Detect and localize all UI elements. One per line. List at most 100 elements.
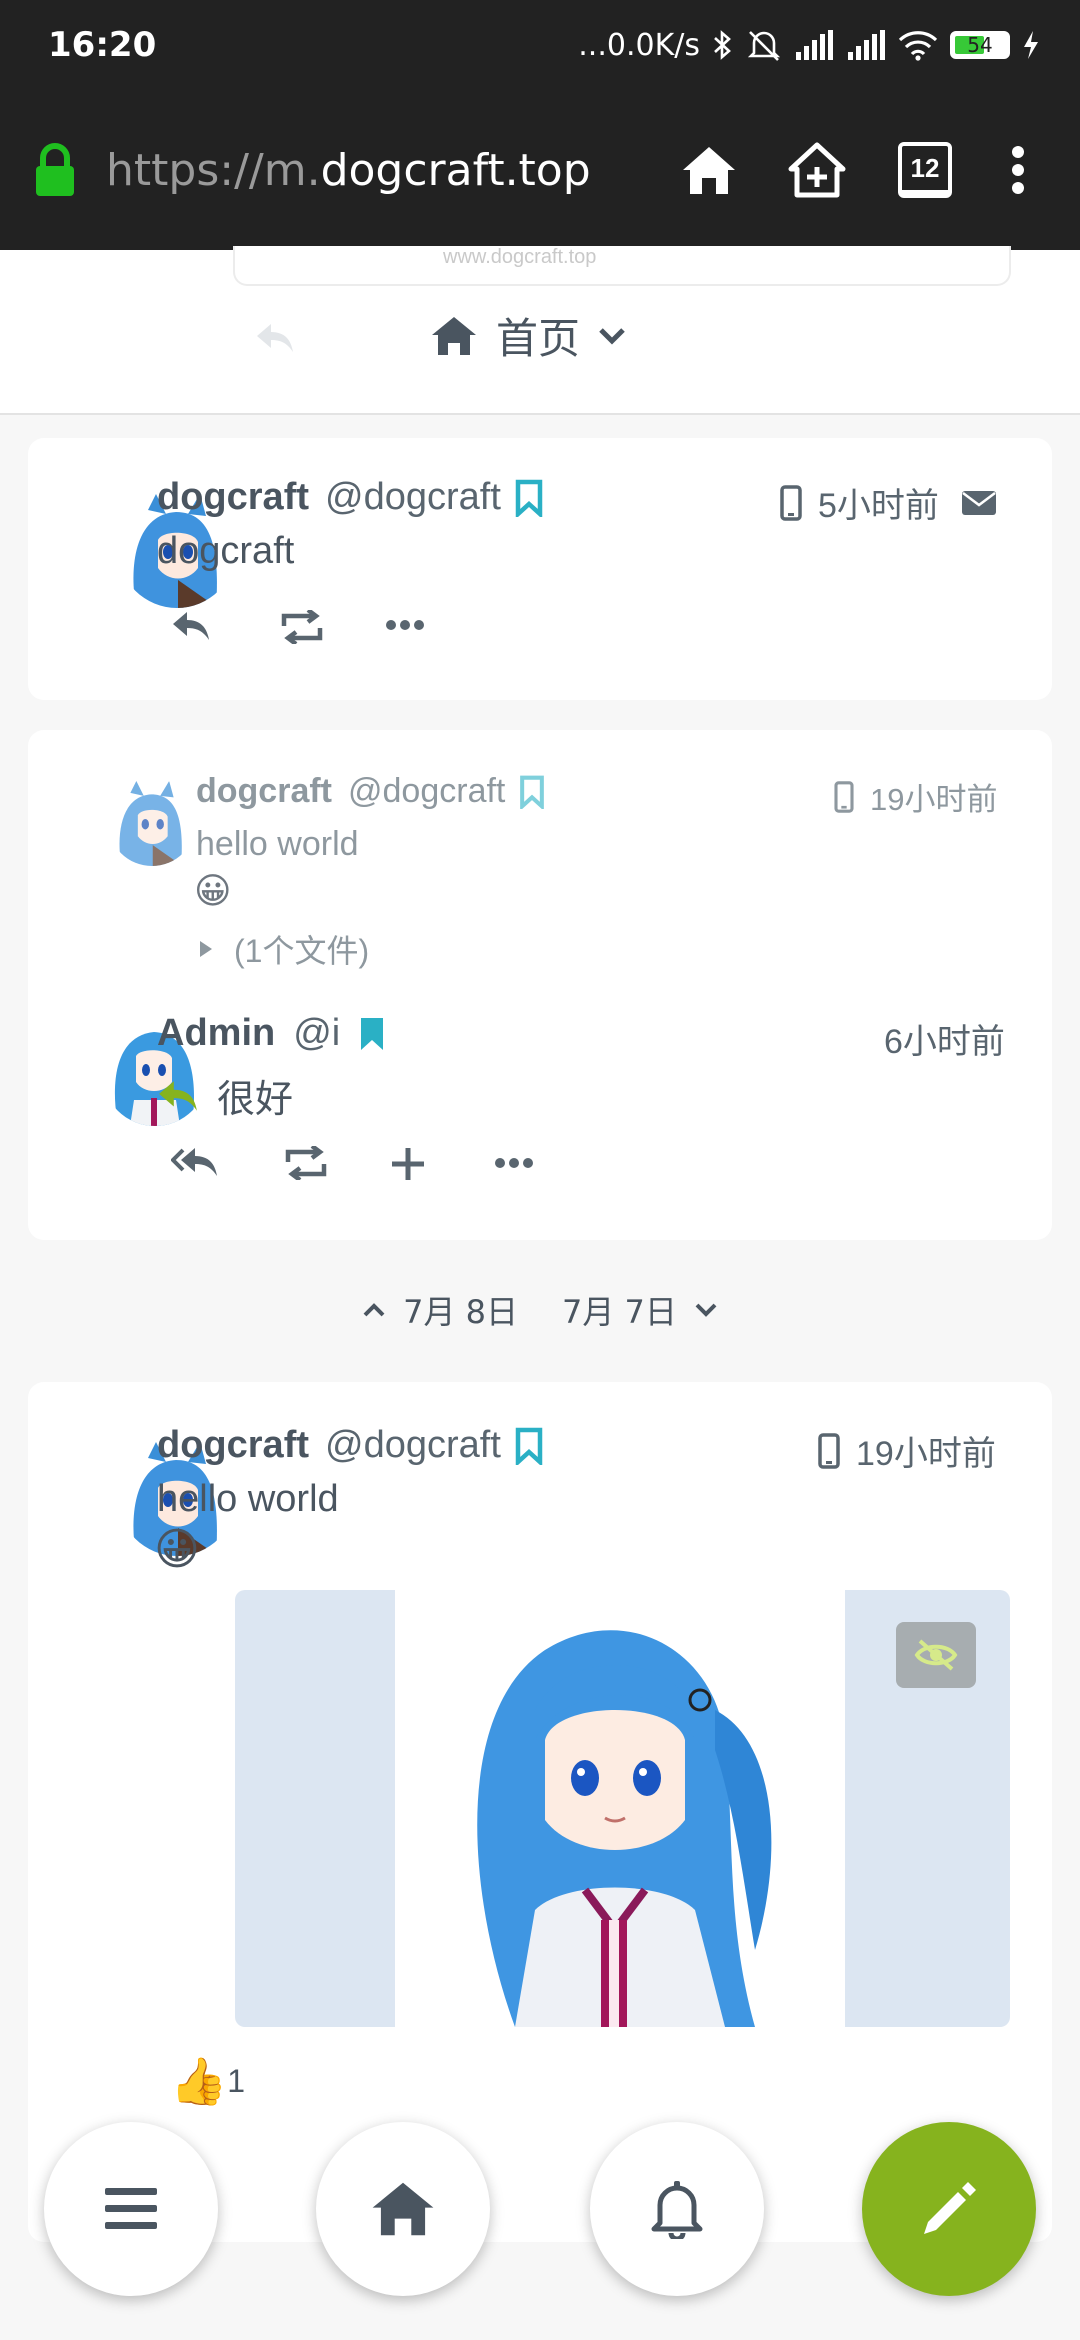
mobile-icon bbox=[834, 780, 854, 813]
author-handle[interactable]: @i bbox=[293, 1012, 340, 1055]
mute-bell-icon bbox=[747, 31, 781, 61]
bookmark-filled-icon[interactable] bbox=[358, 1015, 386, 1053]
author-name[interactable]: Admin bbox=[157, 1012, 275, 1055]
thumbs-up-emoji: 👍 bbox=[170, 2055, 228, 2107]
mobile-icon bbox=[818, 1432, 840, 1469]
status-icons: ...0.0K/s 54 bbox=[578, 28, 1040, 63]
date-navigation: 7月 8日 7月 7日 bbox=[0, 1280, 1080, 1340]
post-time[interactable]: 5小时前 bbox=[818, 478, 939, 527]
bell-icon bbox=[651, 2181, 703, 2239]
plus-icon[interactable] bbox=[390, 1146, 426, 1182]
tab-count: 12 bbox=[898, 142, 952, 198]
previous-post-stub: www.dogcraft.top bbox=[233, 246, 1011, 286]
charging-icon bbox=[1024, 31, 1038, 59]
envelope-icon[interactable] bbox=[961, 489, 997, 517]
author-name[interactable]: dogcraft bbox=[157, 1424, 309, 1467]
post-image[interactable] bbox=[235, 1590, 1010, 2027]
reply-body: 很好 bbox=[157, 1068, 293, 1123]
url-field[interactable]: https://m.dogcraft.top bbox=[106, 145, 646, 196]
date-prev-label: 7月 8日 bbox=[403, 1293, 518, 1331]
home-icon bbox=[432, 316, 476, 355]
tabs-button[interactable]: 12 bbox=[880, 125, 970, 215]
caret-right-icon bbox=[200, 941, 212, 957]
author-name[interactable]: dogcraft bbox=[157, 476, 309, 519]
date-prev-button[interactable]: 7月 8日 bbox=[363, 1287, 518, 1333]
battery-indicator: 54 bbox=[950, 31, 1010, 59]
bookmark-outline-icon[interactable] bbox=[519, 775, 545, 809]
browser-toolbar: https://m.dogcraft.top 12 bbox=[0, 90, 1080, 250]
url-scheme: https://m. bbox=[106, 144, 321, 196]
post-header: dogcraft @dogcraft bbox=[157, 1424, 543, 1467]
chevron-down-icon bbox=[599, 327, 625, 345]
post-text: dogcraft bbox=[157, 530, 295, 572]
avatar-image bbox=[108, 778, 196, 866]
chevron-down-icon bbox=[695, 1303, 717, 1317]
hamburger-icon bbox=[105, 2188, 157, 2229]
attachment-count: (1个文件) bbox=[234, 933, 370, 969]
reply-all-icon[interactable] bbox=[171, 1146, 219, 1180]
timeline-header: www.dogcraft.top 首页 bbox=[0, 246, 1080, 415]
page-title-button[interactable]: 首页 bbox=[430, 305, 626, 366]
notifications-fab[interactable] bbox=[590, 2122, 764, 2296]
post-text: 很好 bbox=[217, 1079, 294, 1121]
repeat-icon[interactable] bbox=[278, 610, 326, 644]
status-bar: 16:20 ...0.0K/s 54 bbox=[0, 0, 1080, 90]
reaction-chip[interactable]: 👍 1 bbox=[170, 2054, 245, 2109]
mobile-icon bbox=[780, 484, 802, 521]
reply-arrow-icon bbox=[159, 1080, 197, 1111]
author-name[interactable]: dogcraft bbox=[196, 772, 332, 811]
post-meta: 19小时前 bbox=[818, 1426, 996, 1475]
home-icon bbox=[372, 2182, 434, 2236]
conversation-card[interactable]: dogcraft @dogcraft 19小时前 hello world 😀 (… bbox=[28, 730, 1052, 1240]
reply-icon[interactable] bbox=[171, 610, 211, 642]
net-speed: ...0.0K/s bbox=[578, 27, 700, 63]
page-title: 首页 bbox=[496, 314, 581, 363]
url-host: dogcraft.top bbox=[320, 144, 591, 196]
menu-button[interactable] bbox=[988, 125, 1048, 215]
post-time[interactable]: 19小时前 bbox=[870, 774, 997, 819]
attachment-toggle[interactable]: (1个文件) bbox=[198, 926, 369, 972]
bluetooth-icon bbox=[714, 30, 731, 60]
author-handle[interactable]: @dogcraft bbox=[325, 1424, 501, 1467]
reaction-count: 1 bbox=[227, 2063, 246, 2099]
repeat-icon[interactable] bbox=[282, 1146, 330, 1180]
post-text: hello world bbox=[157, 1478, 339, 1520]
anime-girl-image bbox=[477, 1630, 772, 2027]
post-card[interactable]: dogcraft @dogcraft 5小时前 dogcraft bbox=[28, 438, 1052, 700]
pencil-icon bbox=[924, 2182, 976, 2234]
add-home-icon bbox=[788, 142, 846, 198]
author-handle[interactable]: @dogcraft bbox=[348, 772, 505, 811]
date-next-label: 7月 7日 bbox=[562, 1293, 677, 1331]
post-header: dogcraft @dogcraft bbox=[157, 476, 543, 519]
home-button[interactable] bbox=[664, 125, 754, 215]
post-time[interactable]: 19小时前 bbox=[856, 1426, 996, 1475]
wifi-icon bbox=[898, 31, 938, 61]
image-canvas bbox=[395, 1590, 845, 2027]
chevron-up-icon bbox=[363, 1303, 385, 1317]
status-time: 16:20 bbox=[48, 25, 157, 65]
date-next-button[interactable]: 7月 7日 bbox=[562, 1287, 717, 1333]
eye-slash-icon bbox=[914, 1639, 958, 1671]
emoji: 😀 bbox=[154, 1525, 200, 1574]
quoted-header: dogcraft @dogcraft bbox=[196, 772, 545, 811]
reply-header: Admin @i bbox=[157, 1012, 386, 1055]
emoji: 😀 bbox=[194, 870, 232, 911]
home-icon bbox=[683, 147, 735, 194]
add-to-home-button[interactable] bbox=[772, 125, 862, 215]
ellipsis-icon[interactable] bbox=[494, 1156, 534, 1170]
signal-icon bbox=[796, 30, 833, 60]
reply-icon-faded bbox=[257, 324, 293, 352]
bookmark-outline-icon[interactable] bbox=[515, 1427, 543, 1465]
lock-icon[interactable] bbox=[32, 142, 78, 198]
post-meta: 5小时前 bbox=[780, 478, 997, 527]
bookmark-outline-icon[interactable] bbox=[515, 479, 543, 517]
menu-fab[interactable] bbox=[44, 2122, 218, 2296]
avatar[interactable] bbox=[108, 778, 196, 866]
signal-icon-2 bbox=[848, 30, 885, 60]
compose-fab[interactable] bbox=[862, 2122, 1036, 2296]
ellipsis-icon[interactable] bbox=[385, 618, 425, 632]
home-fab[interactable] bbox=[316, 2122, 490, 2296]
hide-image-button[interactable] bbox=[896, 1622, 976, 1688]
author-handle[interactable]: @dogcraft bbox=[325, 476, 501, 519]
post-time[interactable]: 6小时前 bbox=[884, 1014, 1005, 1063]
